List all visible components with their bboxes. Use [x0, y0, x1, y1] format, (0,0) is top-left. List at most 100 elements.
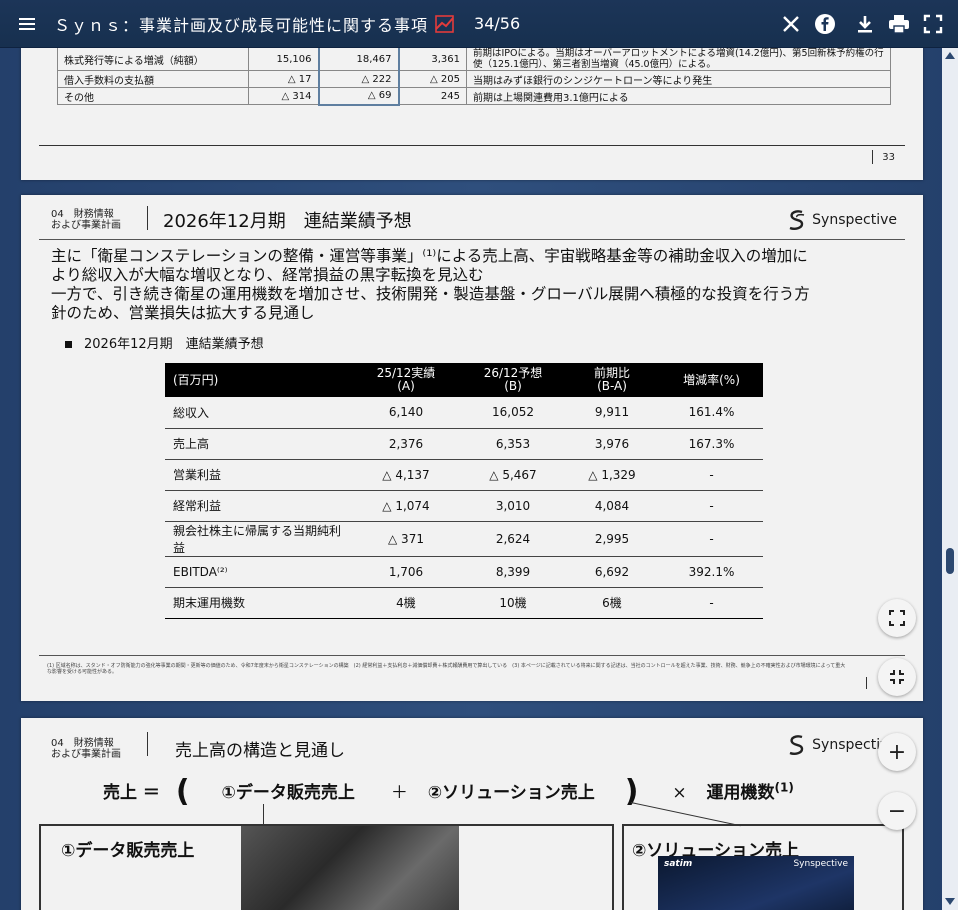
cell-rate: 167.3% [660, 428, 763, 460]
print-icon [889, 15, 909, 34]
cell: △ 222 [317, 70, 400, 88]
row-label: 総収入 [165, 397, 350, 429]
page-number: 33 [882, 152, 895, 163]
page-title: 2026年12月期 連結業績予想 [163, 211, 412, 232]
lead-line: より総収入が大幅な増収となり、経常損益の黒字転換を見込む [51, 266, 484, 284]
cell-forecast: △ 5,467 [462, 459, 564, 491]
cell-rate: - [660, 587, 763, 619]
cashflow-table: 株式発行等による増減（純額） 15,106 18,467 3,361 前期はIP… [57, 48, 891, 106]
cell-forecast: 16,052 [462, 397, 564, 429]
document-title: Ｓｙｎｓ：事業計画及び成長可能性に関する事項 [54, 15, 429, 35]
cell-actual: 2,376 [350, 428, 462, 460]
scroll-thumb[interactable] [946, 548, 954, 574]
cell-rate: 161.4% [660, 397, 763, 429]
table-subheading: 2026年12月期 連結業績予想 [65, 333, 264, 352]
table-row: EBITDA⁽²⁾ 1,706 8,399 6,692 392.1% [165, 556, 763, 588]
cell-forecast: 8,399 [462, 556, 564, 588]
company-logo: Synspective [786, 209, 897, 231]
download-icon [858, 16, 872, 33]
share-facebook-button[interactable] [808, 0, 842, 48]
download-button[interactable] [848, 0, 882, 48]
print-button[interactable] [882, 0, 916, 48]
lead-line: 針のため、営業損失は拡大する見通し [51, 304, 315, 322]
solution-image: satim Synspective [658, 856, 854, 910]
menu-icon [19, 17, 35, 30]
forecast-table: (百万円) 25/12実績 (A) 26/12予想 (B) 前期比 (B-A) … [165, 363, 763, 619]
cell: 3,361 [398, 48, 467, 71]
cell-forecast: 3,010 [462, 490, 564, 522]
cell-actual: △ 4,137 [350, 459, 462, 491]
table-row: 親会社株主に帰属する当期純利益 △ 371 2,624 2,995 - [165, 521, 763, 557]
subheading-text: 2026年12月期 連結業績予想 [84, 337, 264, 352]
synspective-logo-icon [789, 735, 804, 755]
shrink-button[interactable] [878, 658, 916, 696]
cell-change: 6機 [564, 587, 660, 619]
page-33: 株式発行等による増減（純額） 15,106 18,467 3,361 前期はIP… [21, 48, 923, 180]
facebook-icon [815, 14, 835, 34]
document-viewer[interactable]: 株式発行等による増減（純額） 15,106 18,467 3,361 前期はIP… [0, 48, 958, 910]
expand-button[interactable] [878, 599, 916, 637]
section-label: 04 財務情報 および事業計画 [51, 209, 121, 231]
logo-text: Synspective [812, 212, 897, 228]
lead-paragraph: 主に「衛星コンステレーションの整備・運営等事業」⁽¹⁾による売上高、宇宙戦略基金… [51, 247, 901, 323]
formula-plus: ＋ [390, 783, 408, 803]
cell-change: 4,084 [564, 490, 660, 522]
data-sales-box: ①データ販売売上 [39, 824, 614, 910]
cell-rate: - [660, 459, 763, 491]
fullscreen-icon [923, 14, 943, 34]
table-row: 借入手数料の支払額 △ 17 △ 222 △ 205 当期はみずほ銀行のシンジケ… [57, 70, 891, 88]
cell-note: 前期はIPOによる。当期はオーバーアロットメントによる増資(14.2億円)、第5… [466, 48, 891, 71]
cell-change: 6,692 [564, 556, 660, 588]
menu-button[interactable] [0, 0, 54, 48]
row-label: EBITDA⁽²⁾ [165, 556, 350, 588]
page-34: 04 財務情報 および事業計画 2026年12月期 連結業績予想 Synspec… [21, 195, 923, 701]
scroll-up-icon[interactable] [945, 52, 955, 59]
scrollbar[interactable] [942, 48, 958, 910]
fullscreen-button[interactable] [916, 0, 950, 48]
column-header-rate: 増減率(%) [660, 363, 763, 397]
column-header-forecast: 26/12予想 (B) [462, 363, 564, 397]
expand-icon [889, 610, 905, 626]
cell-note: 当期はみずほ銀行のシンジケートローン等により発生 [466, 70, 891, 88]
satellite-image [241, 826, 459, 910]
zoom-in-button[interactable]: + [878, 733, 916, 771]
plus-icon: + [887, 739, 907, 765]
solution-sales-box: ②ソリューション売上 satim Synspective [622, 824, 904, 910]
synspective-logo-icon [789, 210, 805, 230]
table-row: 総収入 6,140 16,052 9,911 161.4% [165, 397, 763, 429]
scroll-down-icon[interactable] [945, 898, 955, 905]
cell-change: 3,976 [564, 428, 660, 460]
share-x-button[interactable] [774, 0, 808, 48]
formula-paren-open: ( [175, 774, 190, 809]
row-label: その他 [57, 87, 249, 105]
section-divider [147, 206, 148, 230]
top-bar: Ｓｙｎｓ：事業計画及び成長可能性に関する事項 34/56 [0, 0, 958, 48]
page-number-divider [866, 677, 867, 689]
cell-rate: - [660, 490, 763, 522]
section-label: 04 財務情報 および事業計画 [51, 738, 121, 760]
title-divider [39, 239, 905, 240]
row-label: 期末運用機数 [165, 587, 350, 619]
row-label: 経常利益 [165, 490, 350, 522]
box-title: ①データ販売売上 [61, 841, 195, 861]
cell: △ 205 [398, 70, 467, 88]
cell-rate: - [660, 521, 763, 557]
minus-icon: − [887, 798, 907, 824]
trend-icon [435, 14, 454, 33]
cell-actual: 1,706 [350, 556, 462, 588]
cell-actual: 6,140 [350, 397, 462, 429]
solution-image-logo: satim [664, 859, 693, 869]
cell-change: △ 1,329 [564, 459, 660, 491]
revenue-formula: 売上 ＝ ( ①データ販売売上 ＋ ②ソリューション売上 ) × 運用機数(1) [103, 774, 794, 809]
footnotes: (1) 区域名称は、スタンド・オフ防衛能力の強化等事業の期間・更新等の価値のため… [47, 663, 846, 675]
bullet-square-icon [65, 341, 72, 348]
solution-image-logo2: Synspective [793, 859, 848, 869]
cell-actual: △ 371 [350, 521, 462, 557]
cell: 15,106 [248, 48, 319, 71]
connector-line [263, 804, 264, 824]
cell-actual: △ 1,074 [350, 490, 462, 522]
cell: △ 17 [248, 70, 319, 88]
formula-footnote-mark: (1) [774, 780, 794, 795]
footer-divider [39, 655, 905, 656]
zoom-out-button[interactable]: − [878, 792, 916, 830]
